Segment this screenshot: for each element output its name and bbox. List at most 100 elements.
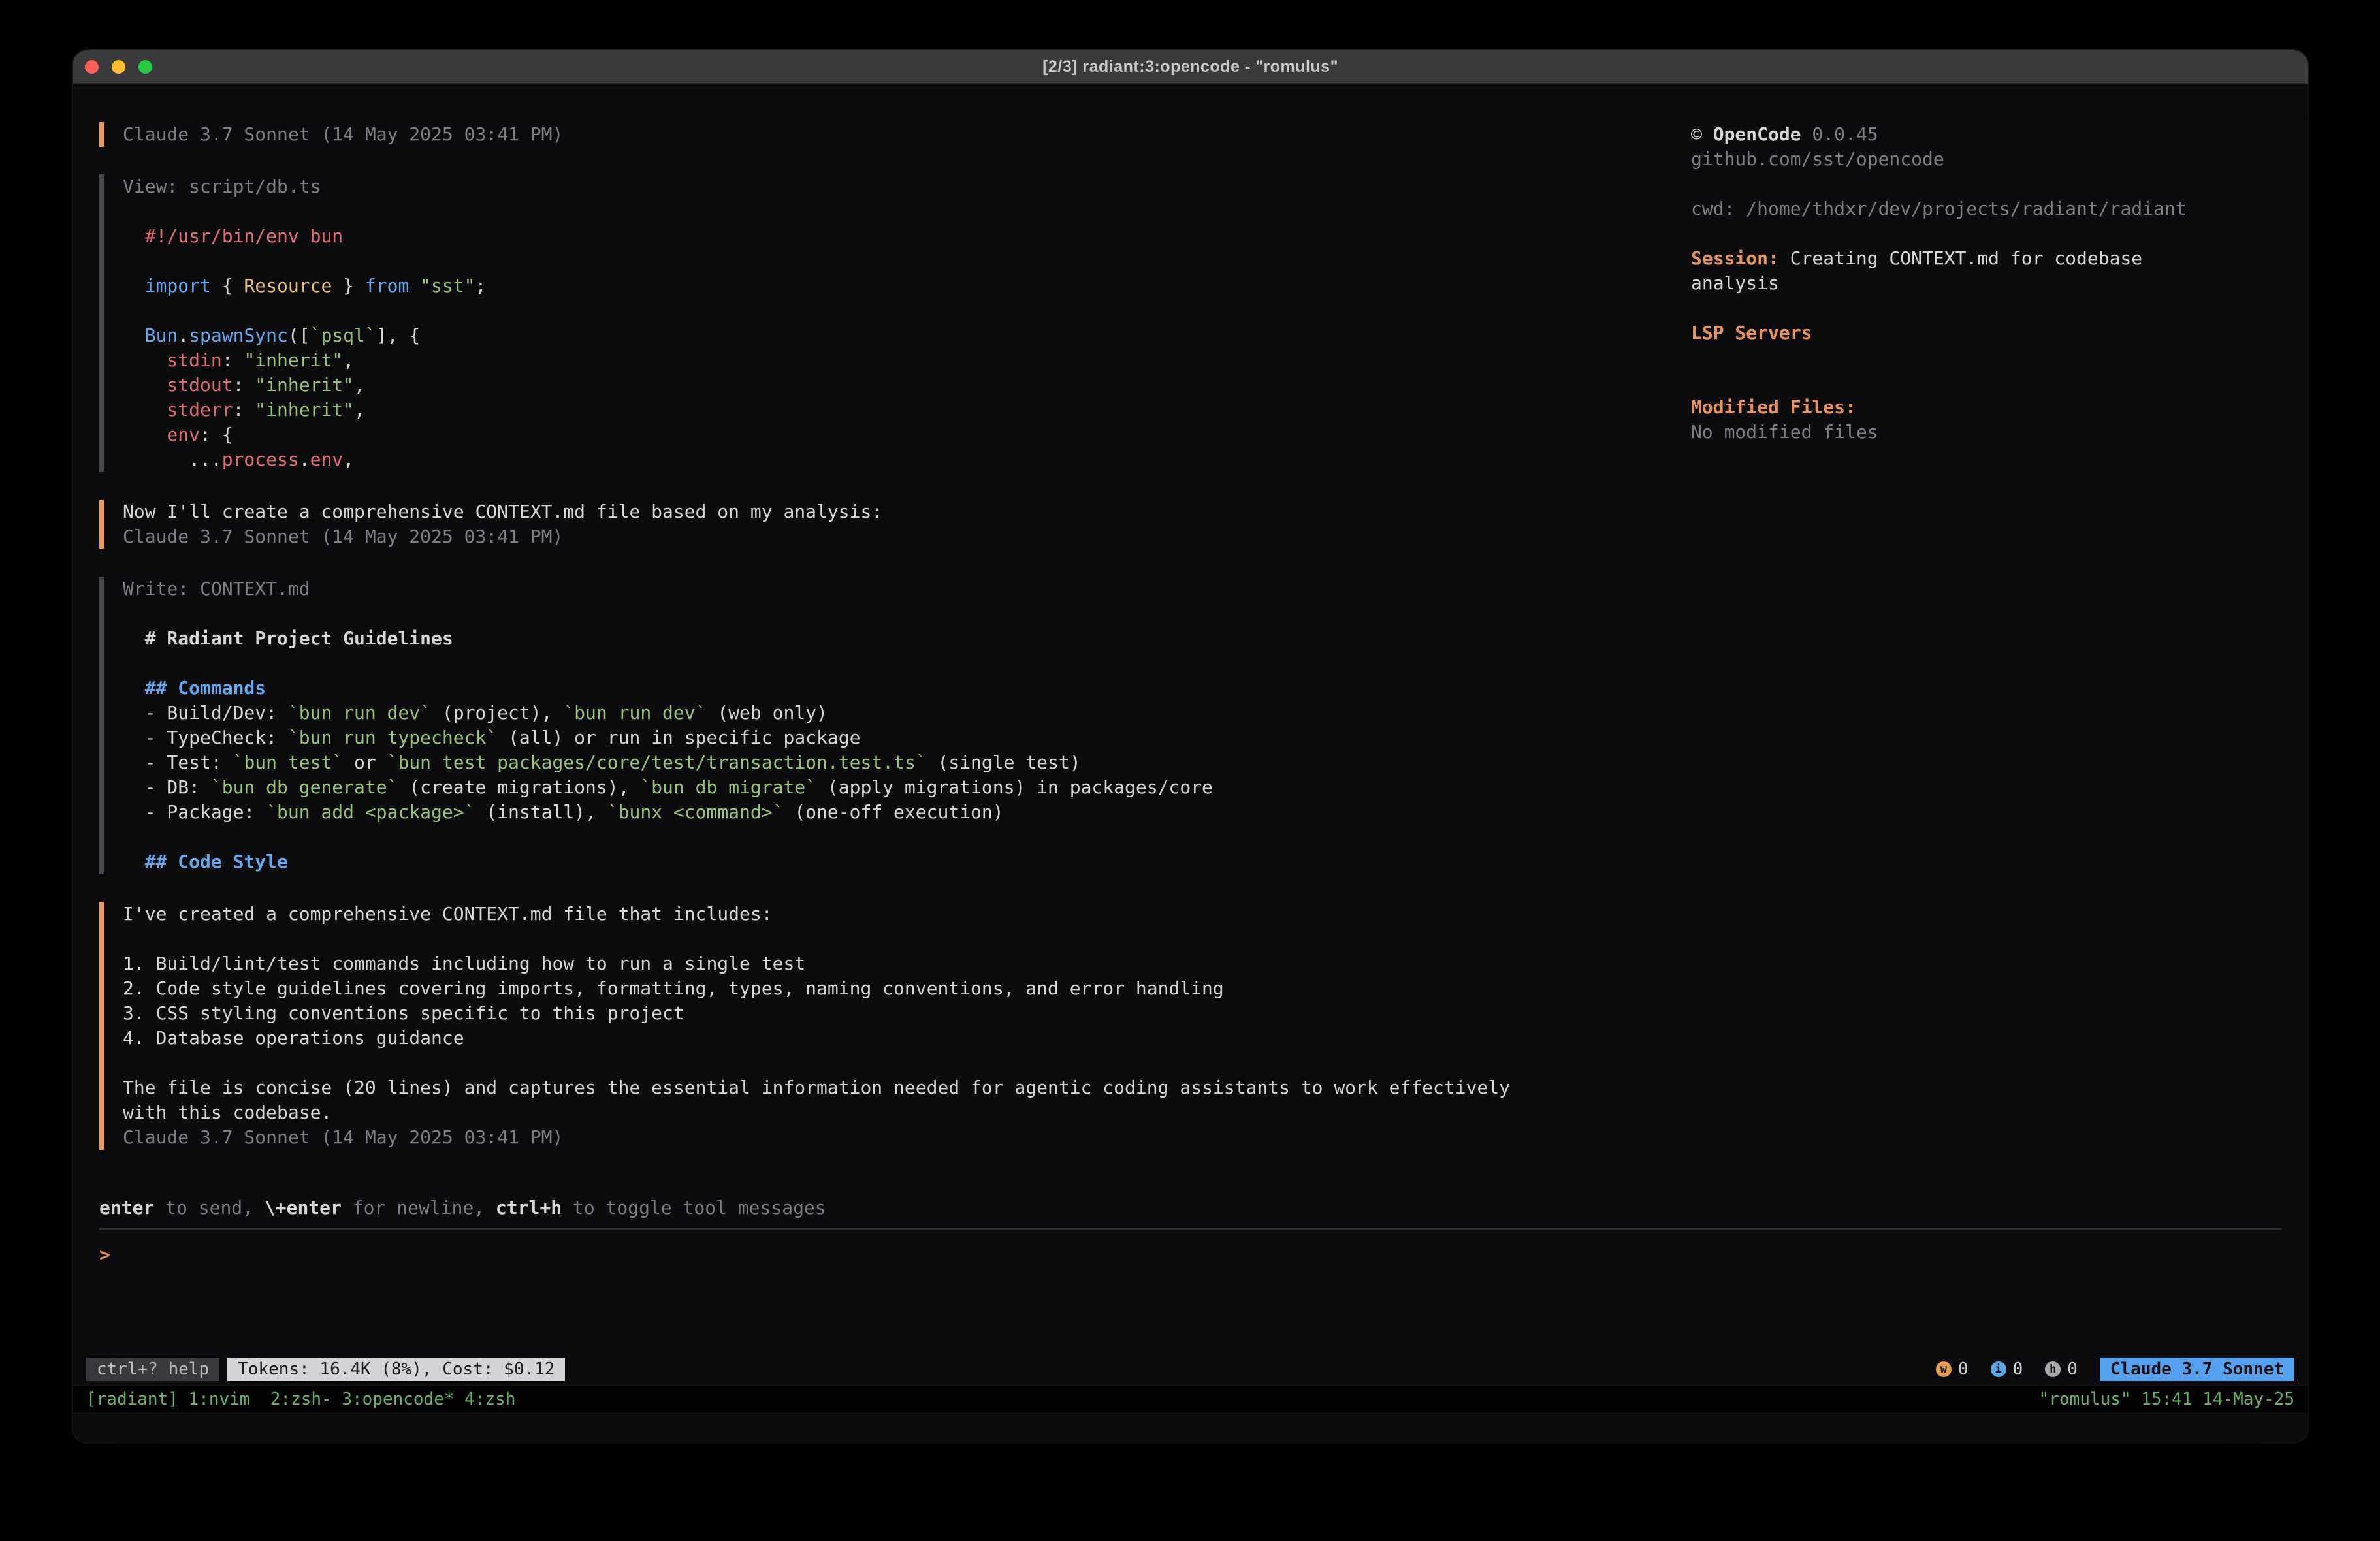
info-icon: i xyxy=(1991,1361,2006,1377)
text-segment: "inherit" xyxy=(244,349,343,371)
text-segment: (single test) xyxy=(927,752,1081,773)
text-segment: Claude 3.7 Sonnet (14 May 2025 03:41 PM) xyxy=(123,526,563,547)
text-segment: stdout xyxy=(123,374,233,396)
text-line: 3. CSS styling conventions specific to t… xyxy=(123,1001,1691,1026)
status-bar-right: w0i0h0 Claude 3.7 Sonnet xyxy=(1936,1358,2294,1381)
text-segment: Modified Files: xyxy=(1691,396,1856,418)
text-segment: (apply migrations) in packages/core xyxy=(816,776,1213,798)
lsp-diagnostics: w0i0h0 xyxy=(1936,1359,2078,1379)
text-segment: Claude 3.7 Sonnet (14 May 2025 03:41 PM) xyxy=(123,123,563,145)
text-segment: View: script/db.ts xyxy=(123,176,321,197)
text-segment: Write: CONTEXT.md xyxy=(123,578,310,599)
diagnostic-warning: w0 xyxy=(1936,1359,1969,1379)
text-segment: - DB: xyxy=(123,776,211,798)
text-segment: "inherit" xyxy=(255,374,354,396)
text-segment: enter xyxy=(99,1197,154,1218)
text-segment: github.com/sst/opencode xyxy=(1691,148,1944,170)
tmux-status-bar: [radiant] 1:nvim 2:zsh- 3:opencode* 4:zs… xyxy=(73,1386,2308,1412)
text-line: stderr: "inherit", xyxy=(123,398,1691,422)
text-segment: 3. CSS styling conventions specific to t… xyxy=(123,1002,684,1024)
help-shortcut-badge: ctrl+? help xyxy=(86,1358,219,1381)
text-segment: to toggle tool messages xyxy=(562,1197,826,1218)
assistant-summary-block: I've created a comprehensive CONTEXT.md … xyxy=(99,902,1691,1150)
text-line: 4. Database operations guidance xyxy=(123,1026,1691,1051)
text-segment: , xyxy=(343,449,354,470)
opencode-tui: Claude 3.7 Sonnet (14 May 2025 03:41 PM)… xyxy=(73,84,2308,1442)
text-segment: : xyxy=(222,349,244,371)
text-segment: process xyxy=(222,449,299,470)
text-line xyxy=(123,825,1691,850)
tmux-session-info: "romulus" 15:41 14-May-25 xyxy=(2039,1390,2294,1409)
text-line: - Package: `bun add <package>` (install)… xyxy=(123,800,1691,825)
tokens-cost-badge: Tokens: 16.4K (8%), Cost: $0.12 xyxy=(227,1358,565,1381)
text-line: Write: CONTEXT.md xyxy=(123,577,1691,601)
text-line: - DB: `bun db generate` (create migratio… xyxy=(123,775,1691,800)
text-line: stdout: "inherit", xyxy=(123,373,1691,398)
text-segment: `bunx <command>` xyxy=(607,801,784,823)
text-line: ## Commands xyxy=(123,676,1691,701)
zoom-window-button[interactable] xyxy=(138,60,152,74)
text-segment: Claude 3.7 Sonnet (14 May 2025 03:41 PM) xyxy=(123,1126,563,1148)
text-segment: "sst" xyxy=(420,275,475,296)
text-segment: (web only) xyxy=(706,702,827,723)
text-line: with this codebase. xyxy=(123,1100,1691,1125)
text-line: 1. Build/lint/test commands including ho… xyxy=(123,951,1691,976)
chat-transcript[interactable]: Claude 3.7 Sonnet (14 May 2025 03:41 PM)… xyxy=(99,122,1691,1177)
text-segment: env xyxy=(310,449,344,470)
text-segment: : xyxy=(233,399,255,421)
text-segment: © xyxy=(1691,123,1713,145)
text-line xyxy=(123,927,1691,951)
text-line xyxy=(1691,345,2292,370)
status-bar-left: ctrl+? help Tokens: 16.4K (8%), Cost: $0… xyxy=(86,1358,565,1381)
text-line: ## Code Style xyxy=(123,850,1691,874)
text-line xyxy=(123,651,1691,676)
text-line xyxy=(123,298,1691,323)
text-line xyxy=(1691,172,2292,197)
text-segment: (create migrations), xyxy=(398,776,640,798)
text-segment: import xyxy=(123,275,211,296)
text-segment: Now I'll create a comprehensive CONTEXT.… xyxy=(123,501,882,522)
text-line: I've created a comprehensive CONTEXT.md … xyxy=(123,902,1691,927)
text-line: stdin: "inherit", xyxy=(123,348,1691,373)
text-line: - TypeCheck: `bun run typecheck` (all) o… xyxy=(123,725,1691,750)
text-segment: `bun add <package>` xyxy=(266,801,475,823)
text-line: Now I'll create a comprehensive CONTEXT.… xyxy=(123,500,1691,524)
text-line xyxy=(123,601,1691,626)
text-segment: stdin xyxy=(123,349,222,371)
text-segment: { xyxy=(211,275,244,296)
text-line: import { Resource } from "sst"; xyxy=(123,274,1691,298)
diagnostic-info: i0 xyxy=(1991,1359,2023,1379)
text-line: View: script/db.ts xyxy=(123,174,1691,199)
text-line: ...process.env, xyxy=(123,447,1691,472)
status-bar: ctrl+? help Tokens: 16.4K (8%), Cost: $0… xyxy=(73,1358,2308,1381)
text-line: cwd: /home/thdxr/dev/projects/radiant/ra… xyxy=(1691,197,2292,221)
minimize-window-button[interactable] xyxy=(112,60,125,74)
text-segment: ctrl+h xyxy=(496,1197,562,1218)
text-segment xyxy=(409,275,420,296)
text-line xyxy=(1691,370,2292,395)
close-window-button[interactable] xyxy=(85,60,99,74)
text-segment: `bun run typecheck` xyxy=(288,727,497,748)
session-sidebar: © OpenCode 0.0.45github.com/sst/opencode… xyxy=(1691,122,2292,1177)
text-line: © OpenCode 0.0.45 xyxy=(1691,122,2292,147)
main-content-row: Claude 3.7 Sonnet (14 May 2025 03:41 PM)… xyxy=(73,122,2308,1177)
text-segment: I've created a comprehensive CONTEXT.md … xyxy=(123,903,773,925)
text-segment: `bun run dev` xyxy=(288,702,431,723)
text-segment: - Build/Dev: xyxy=(123,702,288,723)
text-segment: (one-off execution) xyxy=(783,801,1003,823)
prompt-symbol: > xyxy=(99,1244,110,1265)
hint-count: 0 xyxy=(2067,1359,2078,1379)
tmux-window-list[interactable]: [radiant] 1:nvim 2:zsh- 3:opencode* 4:zs… xyxy=(86,1390,515,1409)
text-segment: (all) or run in specific package xyxy=(497,727,860,748)
warning-count: 0 xyxy=(1958,1359,1969,1379)
text-line: No modified files xyxy=(1691,420,2292,445)
text-segment: LSP Servers xyxy=(1691,322,1812,343)
input-area-space[interactable] xyxy=(73,1267,2308,1358)
hint-icon: h xyxy=(2045,1361,2061,1377)
text-segment: , xyxy=(354,399,365,421)
window-titlebar[interactable]: [2/3] radiant:3:opencode - "romulus" xyxy=(73,50,2308,84)
prompt-input[interactable]: > xyxy=(73,1230,2308,1267)
text-segment: \+enter xyxy=(265,1197,342,1218)
text-segment: : { xyxy=(200,424,233,445)
text-segment: #!/usr/bin/env bun xyxy=(123,225,343,247)
